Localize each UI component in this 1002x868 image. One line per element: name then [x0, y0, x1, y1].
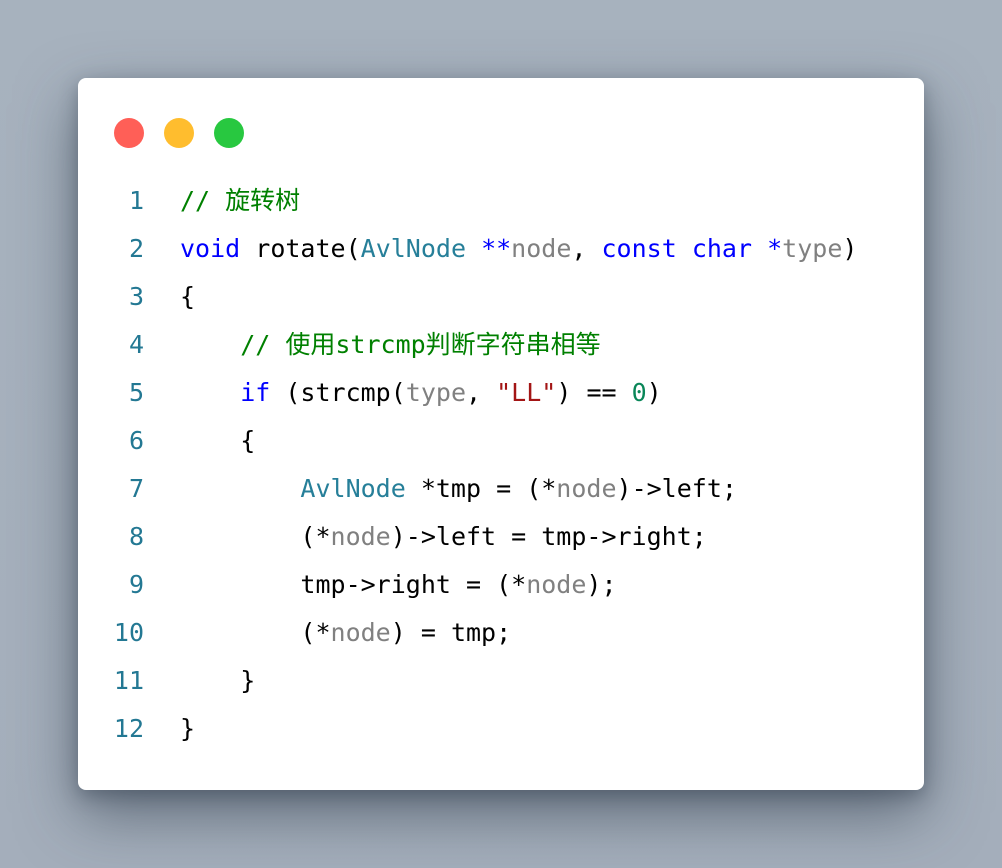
code-line: 2 void rotate(AvlNode **node, const char … — [78, 225, 924, 273]
code-token-plain: )->left; — [616, 474, 737, 503]
code-text: AvlNode *tmp = (*node)->left; — [144, 465, 737, 513]
code-token-plain: *tmp = (* — [405, 474, 557, 503]
line-number: 4 — [128, 330, 144, 359]
code-text: // 旋转树 — [144, 177, 300, 225]
line-number: 7 — [128, 474, 144, 503]
code-token-comment: // 旋转树 — [180, 186, 301, 215]
line-number: 1 — [128, 186, 144, 215]
line-number: 10 — [113, 618, 144, 647]
code-token-number: 0 — [631, 378, 647, 407]
code-token-plain: } — [180, 666, 256, 695]
code-token-plain: , — [466, 378, 497, 407]
code-token-type: AvlNode — [300, 474, 406, 503]
line-number: 8 — [128, 522, 144, 551]
code-token-plain: tmp->right = (* — [180, 570, 527, 599]
line-number: 6 — [128, 426, 144, 455]
code-token-param: node — [511, 234, 572, 263]
code-token-param: type — [405, 378, 467, 407]
code-token-param: node — [330, 522, 391, 551]
code-text: if (strcmp(type, "LL") == 0) — [144, 369, 662, 417]
code-token-param: node — [526, 570, 587, 599]
code-token-plain: ) — [842, 234, 858, 263]
code-token-string: "LL" — [496, 378, 557, 407]
code-token-param: node — [330, 618, 391, 647]
code-text: tmp->right = (*node); — [144, 561, 617, 609]
code-line: 10 (*node) = tmp; — [78, 609, 924, 657]
code-line: 9 tmp->right = (*node); — [78, 561, 924, 609]
code-token-keyword: char — [691, 234, 753, 263]
code-window: 1// 旋转树 2 void rotate(AvlNode **node, cons… — [78, 78, 924, 790]
minimize-button[interactable] — [164, 118, 194, 148]
code-token-plain: { — [180, 282, 196, 311]
code-text: } — [144, 705, 195, 753]
code-token-plain: ) = tmp; — [390, 618, 512, 647]
code-text: } — [144, 657, 255, 705]
code-token-keyword: * — [767, 234, 783, 263]
code-token-plain: ); — [586, 570, 617, 599]
code-token-plain: rotate( — [240, 234, 361, 263]
code-token-plain: { — [180, 426, 256, 455]
code-token-param: type — [782, 234, 843, 263]
code-line: 11 } — [78, 657, 924, 705]
code-token-plain: (* — [180, 522, 331, 551]
code-token-plain: )->left = tmp->right; — [390, 522, 707, 551]
window-controls — [114, 118, 264, 148]
code-line: 5 if (strcmp(type, "LL") == 0) — [78, 369, 924, 417]
code-token-type: AvlNode — [360, 234, 466, 263]
code-token-plain: } — [180, 714, 196, 743]
code-token-plain: ) — [646, 378, 662, 407]
code-line: 8 (*node)->left = tmp->right; — [78, 513, 924, 561]
line-number: 3 — [128, 282, 144, 311]
code-token-keyword: if — [240, 378, 271, 407]
code-text: (*node) = tmp; — [144, 609, 511, 657]
code-text: // 使用strcmp判断字符串相等 — [144, 321, 601, 369]
line-number: 11 — [113, 666, 144, 695]
code-text: { — [144, 273, 195, 321]
code-line: 6 { — [78, 417, 924, 465]
code-token-keyword: const — [601, 234, 677, 263]
line-number: 9 — [128, 570, 144, 599]
code-block: 1// 旋转树 2 void rotate(AvlNode **node, cons… — [78, 177, 924, 753]
code-text: void rotate(AvlNode **node, const char *… — [144, 225, 857, 273]
maximize-button[interactable] — [214, 118, 244, 148]
code-text: (*node)->left = tmp->right; — [144, 513, 707, 561]
code-token-plain: ) == — [556, 378, 632, 407]
code-token-comment: // 使用strcmp判断字符串相等 — [240, 330, 601, 359]
code-token-keyword: ** — [481, 234, 512, 263]
code-token-keyword: void — [180, 234, 241, 263]
close-button[interactable] — [114, 118, 144, 148]
code-text: { — [144, 417, 255, 465]
code-line: 1 // 旋转树 — [78, 177, 924, 225]
line-number: 5 — [128, 378, 144, 407]
line-number: 2 — [128, 234, 144, 263]
code-token-param: node — [556, 474, 617, 503]
code-token-plain: (strcmp( — [270, 378, 406, 407]
line-number: 12 — [113, 714, 144, 743]
code-line: 3{ — [78, 273, 924, 321]
code-line: 4 // 使用strcmp判断字符串相等 — [78, 321, 924, 369]
code-line: 12} — [78, 705, 924, 753]
code-line: 7 AvlNode *tmp = (*node)->left; — [78, 465, 924, 513]
code-token-plain: , — [571, 234, 602, 263]
code-token-plain: (* — [180, 618, 331, 647]
